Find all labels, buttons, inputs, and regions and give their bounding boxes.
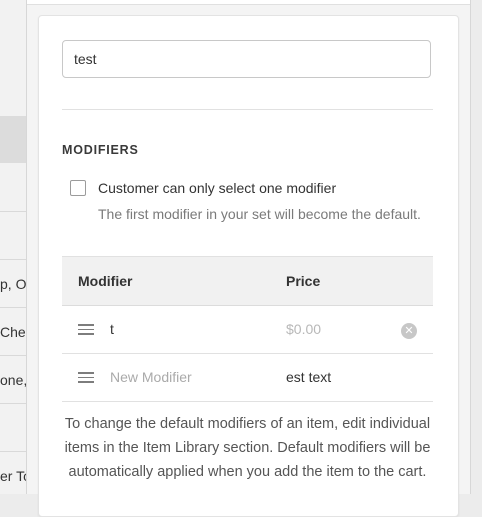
modifier-table-header: Modifier Price [62, 256, 433, 306]
table-row: ✕ [62, 306, 433, 354]
drag-handle-icon[interactable] [78, 324, 94, 335]
single-modifier-checkbox[interactable] [70, 180, 86, 196]
modifier-name-input[interactable] [110, 318, 270, 340]
modifiers-section-title: MODIFIERS [62, 143, 139, 157]
table-row [62, 354, 433, 402]
modifier-column-header: Modifier [78, 273, 133, 289]
modifier-table: Modifier Price ✕ [62, 256, 433, 402]
modifier-price-input[interactable] [286, 318, 386, 340]
price-column-header: Price [286, 273, 321, 289]
remove-modifier-icon[interactable]: ✕ [401, 323, 417, 339]
section-divider [62, 109, 433, 110]
single-modifier-help-text: The first modifier in your set will beco… [98, 206, 421, 222]
modal-top-bar [27, 0, 470, 5]
modifier-set-name-input[interactable] [62, 40, 431, 78]
drag-handle-icon[interactable] [78, 372, 94, 383]
new-modifier-price-input[interactable] [286, 366, 426, 388]
single-modifier-label[interactable]: Customer can only select one modifier [98, 180, 336, 196]
default-modifiers-note: To change the default modifiers of an it… [64, 416, 431, 480]
new-modifier-name-input[interactable] [110, 366, 270, 388]
